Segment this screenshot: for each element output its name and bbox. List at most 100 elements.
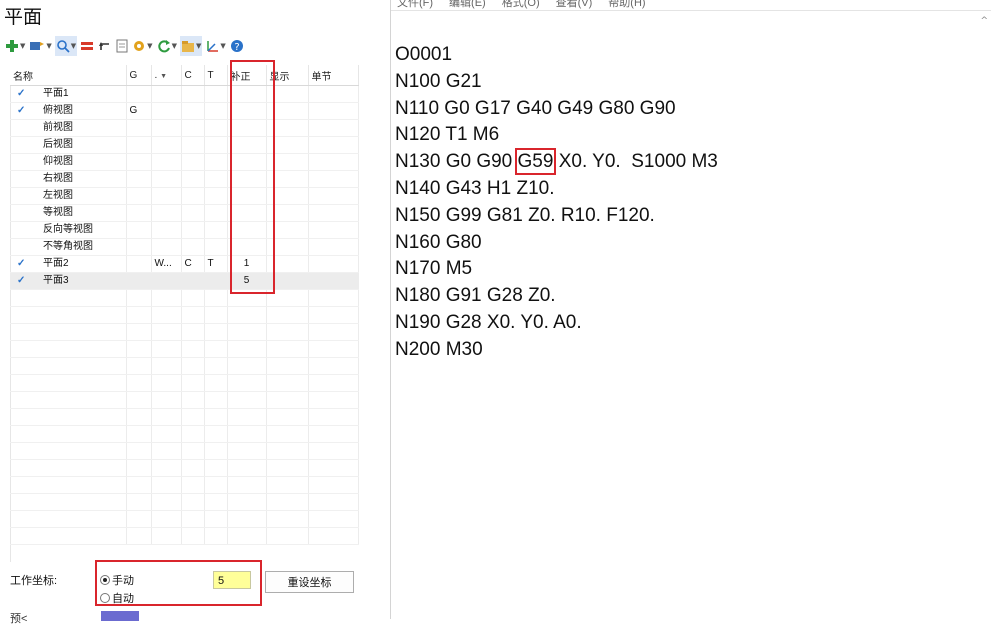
col-header-block[interactable]: 单节 [308,65,359,86]
row-t-cell: T [204,255,228,273]
empty-cell [181,510,205,528]
empty-table-row [10,391,359,409]
help-icon[interactable]: ? [229,36,245,56]
col-header-t[interactable]: T [204,65,228,86]
col-header-dot[interactable]: . ▼ [151,65,182,86]
flag-icon[interactable]: ▼ [28,36,52,56]
manual-radio[interactable]: 手动 [100,572,134,588]
undo-arrow-icon[interactable] [97,36,113,56]
row-g-cell [126,119,152,137]
empty-cell [151,289,182,307]
row-c-cell [181,221,205,239]
table-row[interactable]: 右视图 [10,170,359,188]
table-row[interactable]: ✓ 平面1 [10,85,359,103]
empty-cell [227,425,267,443]
empty-cell [126,289,152,307]
document-icon[interactable] [115,36,129,56]
col-header-g[interactable]: G [126,65,152,86]
empty-cell [126,357,152,375]
row-offset-cell [227,187,267,205]
bottom-label: 预< [10,613,28,625]
empty-cell [181,493,205,511]
col-header-name[interactable]: 名称 [10,65,127,86]
radio-circle-icon[interactable] [100,593,110,603]
empty-cell [266,442,309,460]
code-line: N120 T1 M6 [395,124,500,146]
empty-cell [126,459,152,477]
empty-cell [227,391,267,409]
table-row[interactable]: 前视图 [10,119,359,137]
menu-help[interactable]: 帮助(H) [608,0,645,10]
table-row[interactable]: ✓ 俯视图 G [10,102,359,120]
bottom-chip[interactable] [101,611,139,621]
work-coord-input[interactable]: 5 [213,571,251,589]
search-icon[interactable]: ▼ [54,36,78,56]
g59-highlight: G59 [514,148,557,176]
empty-cell [308,391,359,409]
gear-icon[interactable]: ▼ [131,36,153,56]
table-row[interactable]: 不等角视图 [10,238,359,256]
table-row[interactable]: ✓ 平面2 W... C T 1 [10,255,359,273]
row-offset-cell [227,119,267,137]
code-line: N160 G80 [395,231,482,253]
table-row[interactable]: 后视图 [10,136,359,154]
menu-bar: 文件(F) 编辑(E) 格式(O) 查看(V) 帮助(H) [397,0,646,10]
row-block-cell [308,204,359,222]
row-c-cell [181,153,205,171]
code-line: N180 G91 G28 Z0. [395,285,556,307]
empty-cell [10,289,127,307]
empty-cell [10,323,127,341]
empty-cell [126,323,152,341]
row-display-cell [266,119,309,137]
menu-view[interactable]: 查看(V) [556,0,593,10]
empty-cell [204,493,228,511]
empty-cell [266,476,309,494]
empty-table-row [10,493,359,511]
row-offset-cell [227,170,267,188]
auto-radio[interactable]: 自动 [100,590,134,606]
refresh-icon[interactable]: ▼ [156,36,178,56]
empty-table-row [10,306,359,324]
row-name: 俯视图 [43,105,73,116]
row-dot-cell [151,272,182,290]
row-display-cell [266,272,309,290]
empty-cell [181,323,205,341]
table-row[interactable]: 左视图 [10,187,359,205]
folder-icon[interactable]: ▼ [179,36,203,56]
row-g-cell [126,272,152,290]
empty-cell [308,425,359,443]
menu-edit[interactable]: 编辑(E) [449,0,486,10]
col-header-c[interactable]: C [181,65,205,86]
row-display-cell [266,153,309,171]
empty-cell [181,374,205,392]
row-c-cell [181,170,205,188]
col-header-display[interactable]: 显示 [266,65,309,86]
table-row[interactable]: ✓ 平面3 5 [10,272,359,290]
table-row[interactable]: 反向等视图 [10,221,359,239]
row-name-cell: 反向等视图 [10,221,127,239]
equals-icon[interactable] [79,36,95,56]
code-line: N110 G0 G17 G40 G49 G80 G90 [395,97,676,119]
plane-table: 名称 G . ▼ C T 补正 显示 单节 ✓ 平面1 ✓ 俯视图 G 前视图 后视图 仰视图… [10,65,359,545]
vertical-scrollbar[interactable] [977,11,991,619]
col-header-offset[interactable]: 补正 [227,65,267,86]
empty-cell [308,442,359,460]
empty-table-row [10,357,359,375]
empty-cell [308,476,359,494]
empty-cell [266,289,309,307]
table-row[interactable]: 仰视图 [10,153,359,171]
menu-format[interactable]: 格式(O) [502,0,540,10]
reset-coord-button[interactable]: 重设坐标 [265,571,354,593]
scroll-up-icon[interactable]: ^ [980,16,988,26]
table-row[interactable]: 等视图 [10,204,359,222]
menu-file[interactable]: 文件(F) [397,0,433,10]
add-icon[interactable]: ▼ [4,36,26,56]
code-editor[interactable]: O0001 N100 G21 N110 G0 G17 G40 G49 G80 G90… [395,42,718,364]
radio-dot-icon[interactable] [100,575,110,585]
row-t-cell [204,102,228,120]
empty-cell [151,306,182,324]
empty-cell [266,408,309,426]
empty-cell [227,476,267,494]
empty-cell [181,408,205,426]
axis-icon[interactable]: ▼ [204,36,226,56]
